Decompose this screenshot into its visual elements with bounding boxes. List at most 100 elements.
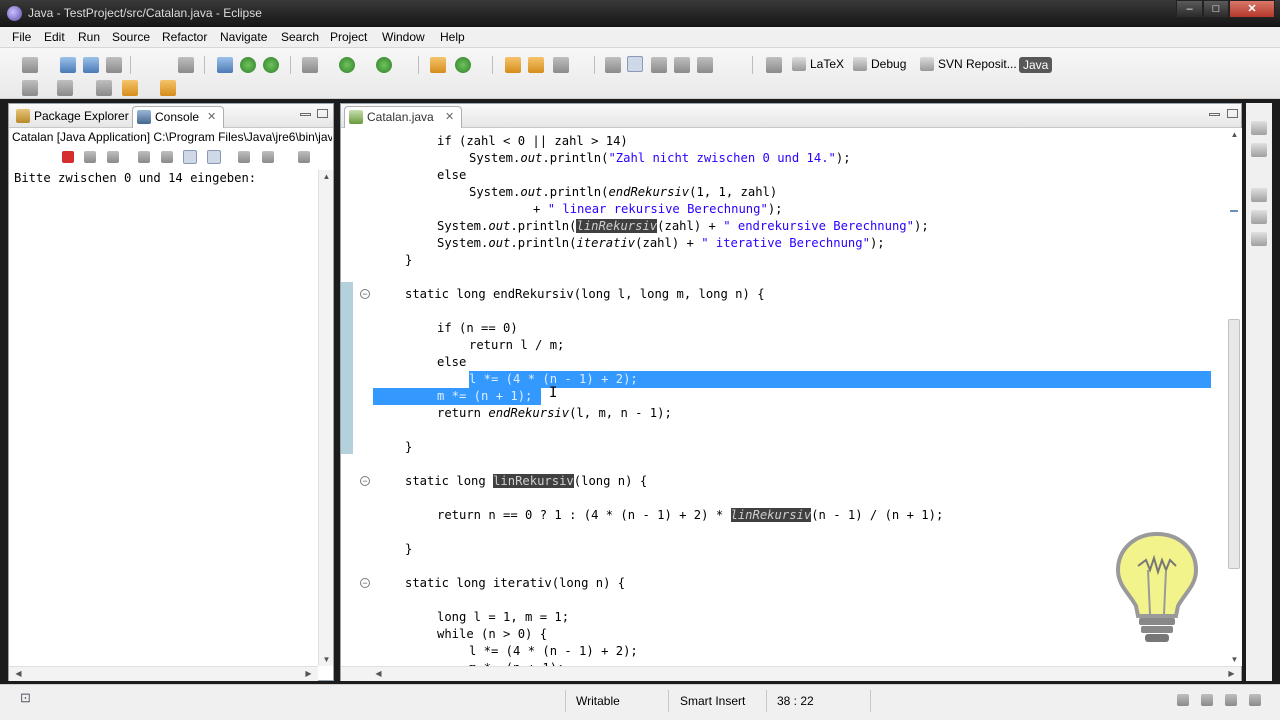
menu-help[interactable]: Help: [440, 30, 465, 44]
editor-hscroll[interactable]: ◀ ▶: [341, 666, 1241, 681]
open-type-icon[interactable]: [178, 57, 194, 73]
forward-icon[interactable]: [160, 80, 176, 96]
perspective-latex[interactable]: LaTeX: [792, 57, 844, 71]
restore-icon-2[interactable]: [1251, 188, 1267, 202]
editor-scroll-thumb[interactable]: [1228, 319, 1240, 569]
fold-toggle-icon[interactable]: −: [360, 476, 370, 486]
save-all-icon[interactable]: [83, 57, 99, 73]
show-whitespace-icon[interactable]: [674, 57, 690, 73]
menu-edit[interactable]: Edit: [44, 30, 65, 44]
code-line[interactable]: l *= (4 * (n - 1) + 2);: [469, 643, 638, 660]
console-vscroll[interactable]: ▲ ▼: [318, 170, 333, 666]
code-line[interactable]: if (zahl < 0 || zahl > 14): [437, 133, 628, 150]
code-line[interactable]: static long linRekursiv(long n) {: [405, 473, 647, 490]
minimize-button[interactable]: –: [1176, 0, 1203, 18]
restore-icon[interactable]: [1251, 121, 1267, 135]
scroll-left-icon[interactable]: ◀: [11, 669, 26, 678]
menu-source[interactable]: Source: [112, 30, 150, 44]
code-line[interactable]: return endRekursiv(l, m, n - 1);: [437, 405, 672, 422]
code-editor[interactable]: if (zahl < 0 || zahl > 14) System.out.pri…: [341, 128, 1213, 666]
code-line[interactable]: return n == 0 ? 1 : (4 * (n - 1) + 2) * …: [437, 507, 943, 524]
notifications-icon[interactable]: [1249, 694, 1261, 706]
maximize-view-icon[interactable]: [317, 109, 328, 118]
search-tool-icon[interactable]: [553, 57, 569, 73]
occurrence-mark[interactable]: [1230, 210, 1238, 212]
terminate-icon[interactable]: [62, 151, 74, 163]
problems-icon[interactable]: [1251, 210, 1267, 224]
block-selection-icon[interactable]: [651, 57, 667, 73]
code-line[interactable]: System.out.println(iterativ(zahl) + " it…: [437, 235, 885, 252]
clear-console-icon[interactable]: [138, 151, 150, 163]
menu-refactor[interactable]: Refactor: [162, 30, 207, 44]
back-icon[interactable]: [122, 80, 138, 96]
tab-catalan-java[interactable]: Catalan.java ✕: [344, 106, 462, 128]
pin-console-icon[interactable]: [238, 151, 250, 163]
open-console-icon[interactable]: [298, 151, 310, 163]
minimize-view-icon[interactable]: [300, 113, 311, 116]
tab-package-explorer[interactable]: Package Explorer: [12, 106, 130, 128]
fold-toggle-icon[interactable]: −: [360, 289, 370, 299]
save-icon[interactable]: [60, 57, 76, 73]
print-icon[interactable]: [106, 57, 122, 73]
prev-annotation-icon[interactable]: [57, 80, 73, 96]
open-perspective-icon[interactable]: [766, 57, 782, 73]
mylyn-icon[interactable]: [1225, 694, 1237, 706]
code-line[interactable]: + " linear rekursive Berechnung");: [533, 201, 783, 218]
scroll-up-icon[interactable]: ▲: [319, 172, 334, 181]
paragraph-icon[interactable]: [697, 57, 713, 73]
code-line[interactable]: System.out.println(linRekursiv(zahl) + "…: [437, 218, 929, 235]
new-icon[interactable]: [22, 57, 38, 73]
code-line[interactable]: static long iterativ(long n) {: [405, 575, 625, 592]
progress-icon[interactable]: [1177, 694, 1189, 706]
code-line[interactable]: m *= (n + 1);: [437, 388, 533, 405]
remove-all-icon[interactable]: [107, 151, 119, 163]
maximize-button[interactable]: □: [1203, 0, 1229, 18]
menu-project[interactable]: Project: [330, 30, 367, 44]
remove-launch-icon[interactable]: [84, 151, 96, 163]
annotation-icon[interactable]: [605, 57, 621, 73]
toggle-highlight-icon[interactable]: [627, 56, 643, 72]
menu-search[interactable]: Search: [281, 30, 319, 44]
outline-icon[interactable]: [1251, 143, 1267, 157]
tab-console[interactable]: Console ✕: [132, 106, 224, 128]
open-resource-icon[interactable]: [528, 57, 544, 73]
code-line[interactable]: if (n == 0): [437, 320, 518, 337]
code-line[interactable]: }: [405, 439, 412, 456]
code-line[interactable]: System.out.println("Zahl nicht zwischen …: [469, 150, 851, 167]
overview-ruler[interactable]: ▲ ▼: [1227, 128, 1242, 666]
code-line[interactable]: }: [405, 541, 412, 558]
new-package-icon[interactable]: [240, 57, 256, 73]
open-folder-icon[interactable]: [505, 57, 521, 73]
coverage-icon[interactable]: [455, 57, 471, 73]
javadoc-icon[interactable]: [1251, 232, 1267, 246]
tasks-icon[interactable]: [1201, 694, 1213, 706]
scroll-lock-icon[interactable]: [161, 151, 173, 163]
minimize-editor-icon[interactable]: [1209, 113, 1220, 116]
new-class-icon[interactable]: [263, 57, 279, 73]
scroll-right-icon[interactable]: ▶: [301, 669, 316, 678]
last-edit-icon[interactable]: [96, 80, 112, 96]
run-icon[interactable]: [339, 57, 355, 73]
editor-scroll-down-icon[interactable]: ▼: [1227, 655, 1242, 664]
console-hscroll[interactable]: ◀ ▶: [9, 666, 318, 681]
close-editor-icon[interactable]: ✕: [445, 107, 454, 127]
run-external-icon[interactable]: [376, 57, 392, 73]
editor-scroll-up-icon[interactable]: ▲: [1227, 130, 1242, 139]
maximize-editor-icon[interactable]: [1227, 109, 1238, 118]
show-stdout-icon[interactable]: [183, 150, 197, 164]
editor-scroll-left-icon[interactable]: ◀: [371, 669, 386, 678]
code-line[interactable]: while (n > 0) {: [437, 626, 547, 643]
code-line[interactable]: static long endRekursiv(long l, long m, …: [405, 286, 765, 303]
new-java-project-icon[interactable]: [217, 57, 233, 73]
scroll-down-icon[interactable]: ▼: [319, 655, 334, 664]
code-line[interactable]: }: [405, 252, 412, 269]
console-output[interactable]: Bitte zwischen 0 und 14 eingeben:: [14, 171, 256, 185]
fast-view-icon[interactable]: ⊡: [20, 690, 31, 706]
code-line[interactable]: long l = 1, m = 1;: [437, 609, 569, 626]
perspective-svn[interactable]: SVN Reposit...: [920, 57, 1017, 71]
close-button[interactable]: ✕: [1229, 0, 1275, 18]
perspective-java[interactable]: Java: [1019, 57, 1053, 73]
debug-icon[interactable]: [302, 57, 318, 73]
build-icon[interactable]: [430, 57, 446, 73]
menu-navigate[interactable]: Navigate: [220, 30, 267, 44]
